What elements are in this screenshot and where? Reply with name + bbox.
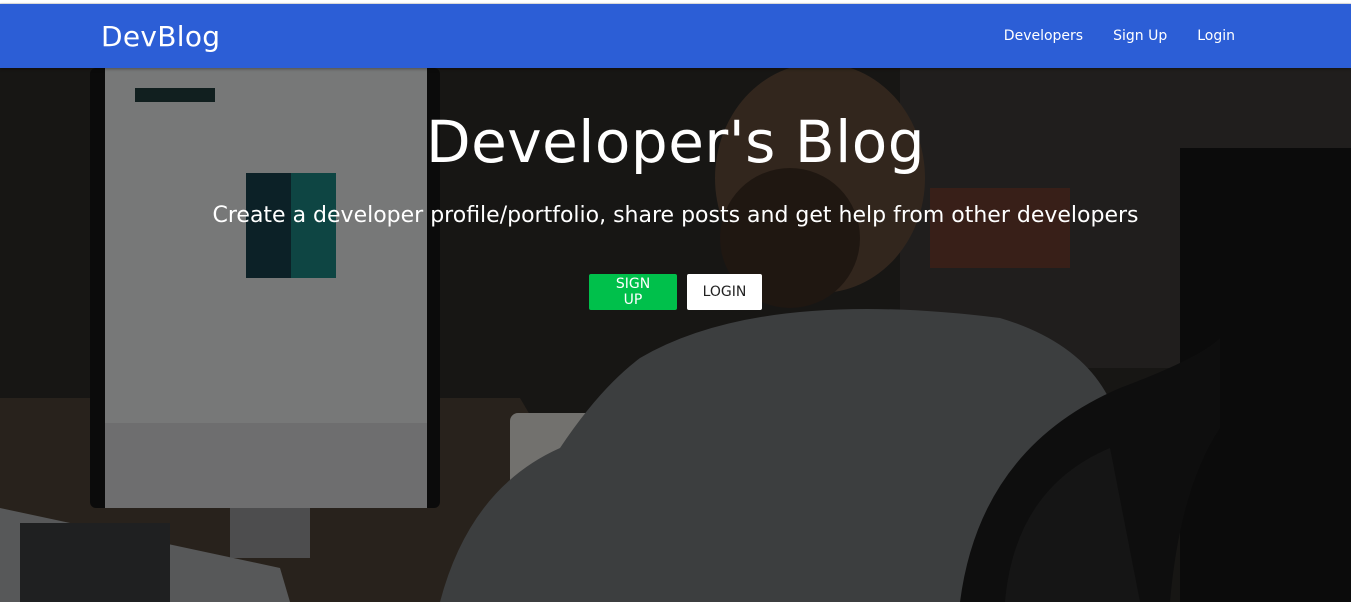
hero-content: Developer's Blog Create a developer prof… (0, 68, 1351, 602)
hero-title: Developer's Blog (425, 108, 926, 176)
nav-link-developers[interactable]: Developers (1004, 28, 1083, 44)
nav-links: Developers Sign Up Login (974, 28, 1235, 44)
sign-up-button[interactable]: SIGN UP (589, 274, 677, 310)
nav-link-login[interactable]: Login (1197, 28, 1235, 44)
nav-link-sign-up[interactable]: Sign Up (1113, 28, 1167, 44)
hero-section: Developer's Blog Create a developer prof… (0, 68, 1351, 602)
login-button[interactable]: LOGIN (687, 274, 762, 310)
navbar: DevBlog Developers Sign Up Login (0, 4, 1351, 68)
hero-subtitle: Create a developer profile/portfolio, sh… (212, 203, 1139, 228)
brand-logo-link[interactable]: DevBlog (101, 20, 220, 53)
hero-buttons: SIGN UP LOGIN (0, 274, 1351, 310)
